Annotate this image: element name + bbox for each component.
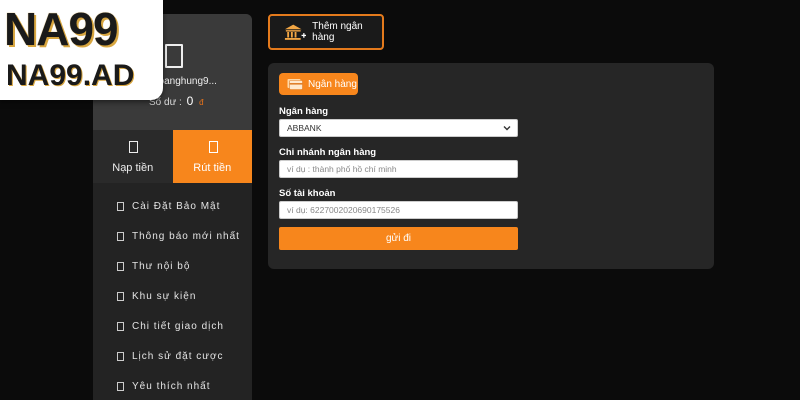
menu-item-icon — [117, 291, 124, 301]
bank-select-value: ABBANK — [287, 123, 322, 133]
dong-icon: đ — [199, 98, 204, 107]
branch-label: Chi nhánh ngân hàng — [279, 147, 377, 158]
sidebar-menu: Cài Đặt Bảo Mật Thông báo mới nhất Thư n… — [93, 191, 252, 400]
account-label: Số tài khoản — [279, 188, 336, 199]
menu-item-icon — [117, 321, 124, 331]
tab-deposit[interactable]: Nạp tiền — [93, 130, 173, 183]
bank-label: Ngân hàng — [279, 106, 329, 117]
branch-input[interactable] — [279, 160, 518, 178]
chevron-down-icon — [503, 126, 511, 131]
add-bank-button[interactable]: Thêm ngân hàng — [268, 14, 384, 50]
sidebar-item-label: Thư nội bộ — [132, 260, 191, 272]
tab-withdraw-label: Rút tiền — [193, 162, 232, 174]
sidebar-item-inbox[interactable]: Thư nội bộ — [93, 251, 252, 281]
sidebar-item-bet-history[interactable]: Lịch sử đặt cược — [93, 341, 252, 371]
sidebar-item-events[interactable]: Khu sự kiện — [93, 281, 252, 311]
brand-logo: NA99 NA99.AD — [0, 0, 163, 100]
sidebar-item-security[interactable]: Cài Đặt Bảo Mật — [93, 191, 252, 221]
logo-domain: NA99.AD — [6, 59, 135, 92]
sidebar-item-label: Yêu thích nhất — [132, 380, 211, 392]
bank-plus-icon — [284, 24, 307, 40]
submit-button[interactable]: gửi đi — [279, 227, 518, 250]
menu-item-icon — [117, 261, 124, 271]
sidebar-item-label: Lịch sử đặt cược — [132, 350, 224, 362]
sidebar-item-transactions[interactable]: Chi tiết giao dịch — [93, 311, 252, 341]
add-bank-label: Thêm ngân hàng — [312, 21, 363, 43]
menu-item-icon — [117, 351, 124, 361]
sidebar-item-label: Khu sự kiện — [132, 290, 197, 302]
menu-item-icon — [117, 381, 124, 391]
tab-withdraw[interactable]: Rút tiền — [172, 130, 252, 183]
account-number-input[interactable] — [279, 201, 518, 219]
card-icon — [287, 79, 303, 90]
sidebar-item-favorites[interactable]: Yêu thích nhất — [93, 371, 252, 400]
avatar-icon — [165, 44, 183, 68]
sidebar-item-label: Cài Đặt Bảo Mật — [132, 200, 221, 212]
bank-select[interactable]: ABBANK — [279, 119, 518, 137]
bank-form-panel: Ngân hàng Ngân hàng ABBANK Chi nhánh ngâ… — [268, 63, 714, 269]
logo-brand: NA99 — [4, 3, 119, 55]
sidebar-item-notifications[interactable]: Thông báo mới nhất — [93, 221, 252, 251]
deposit-icon — [129, 141, 138, 153]
menu-item-icon — [117, 201, 124, 211]
menu-item-icon — [117, 231, 124, 241]
withdraw-icon — [208, 141, 218, 153]
tab-bank[interactable]: Ngân hàng — [279, 73, 358, 95]
wallet-tabs: Nạp tiền Rút tiền — [93, 130, 252, 183]
sidebar-item-label: Thông báo mới nhất — [132, 230, 240, 242]
tab-deposit-label: Nạp tiền — [112, 162, 154, 174]
tab-bank-label: Ngân hàng — [308, 78, 357, 90]
balance-value: 0 — [186, 94, 194, 108]
sidebar-item-label: Chi tiết giao dịch — [132, 320, 224, 332]
